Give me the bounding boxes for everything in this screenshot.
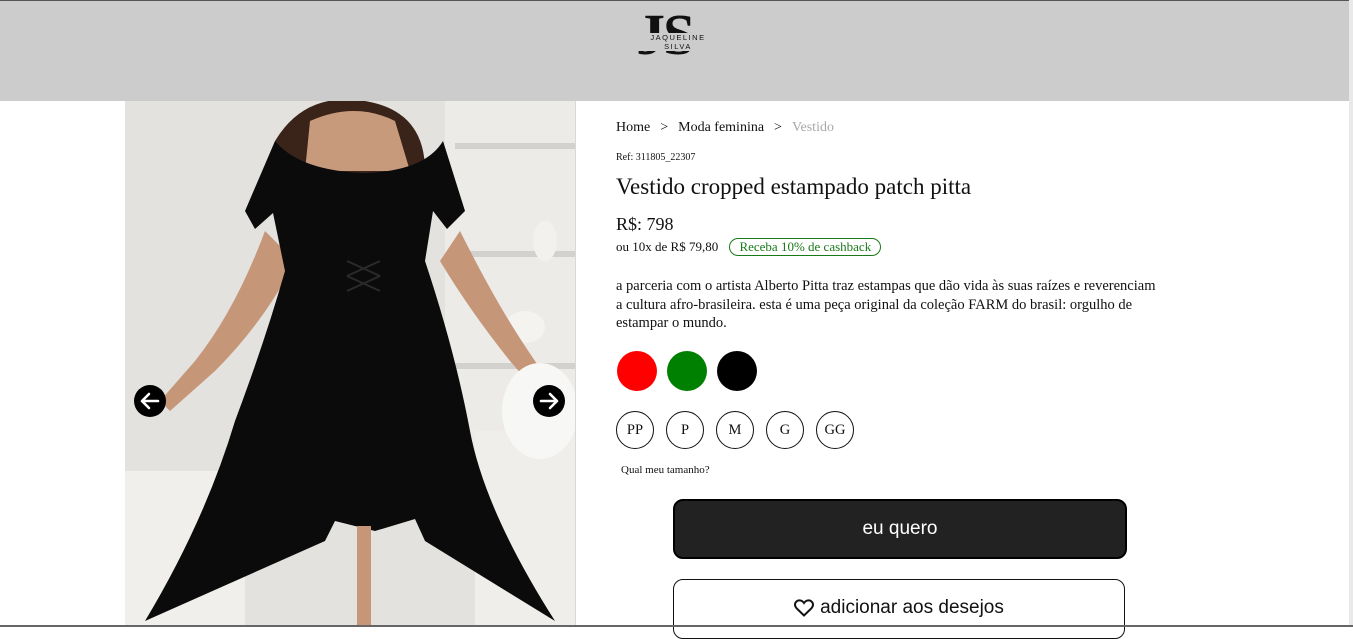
installments-row: ou 10x de R$ 79,80 Receba 10% de cashbac… [616,238,882,256]
product-price: R$: 798 [616,214,674,234]
page-scrollbar[interactable] [1349,0,1353,627]
breadcrumb-current: Vestido [791,120,834,135]
color-swatch-green[interactable] [667,351,707,391]
color-swatch-black[interactable] [717,351,757,391]
breadcrumb-home[interactable]: Home [616,120,650,135]
heart-icon [794,599,815,617]
cashback-badge: Receba 10% de cashback [729,238,882,256]
arrow-right-icon [539,392,559,410]
add-to-wishlist-button[interactable]: adicionar aos desejos [673,579,1125,639]
color-swatch-red[interactable] [617,351,657,391]
size-option-pp[interactable]: PP [616,411,654,449]
product-image-gallery[interactable] [125,101,576,625]
product-description: a parceria com o artista Alberto Pitta t… [616,278,1156,331]
product-ref: Ref: 311805_22307 [616,152,696,163]
installments-text: ou 10x de R$ 79,80 [616,239,719,254]
gallery-prev-button[interactable] [134,385,166,417]
size-option-g[interactable]: G [766,411,804,449]
breadcrumb: Home > Moda feminina > Vestido [616,120,834,136]
breadcrumb-category[interactable]: Moda feminina [678,120,764,135]
gallery-next-button[interactable] [533,385,565,417]
product-title: Vestido cropped estampado patch pitta [616,174,972,199]
buy-button[interactable]: eu quero [673,499,1127,559]
size-option-gg[interactable]: GG [816,411,854,449]
wishlist-label: adicionar aos desejos [820,597,1004,618]
size-guide-link[interactable]: Qual meu tamanho? [621,464,710,476]
brand-logo[interactable]: JS JAQUELINE SILVA [634,6,720,64]
breadcrumb-separator: > [660,120,669,135]
size-option-p[interactable]: P [666,411,704,449]
size-option-m[interactable]: M [716,411,754,449]
breadcrumb-separator: > [774,120,782,135]
logo-name: JAQUELINE SILVA [636,33,720,51]
product-photo [125,101,575,625]
arrow-left-icon [140,392,160,410]
